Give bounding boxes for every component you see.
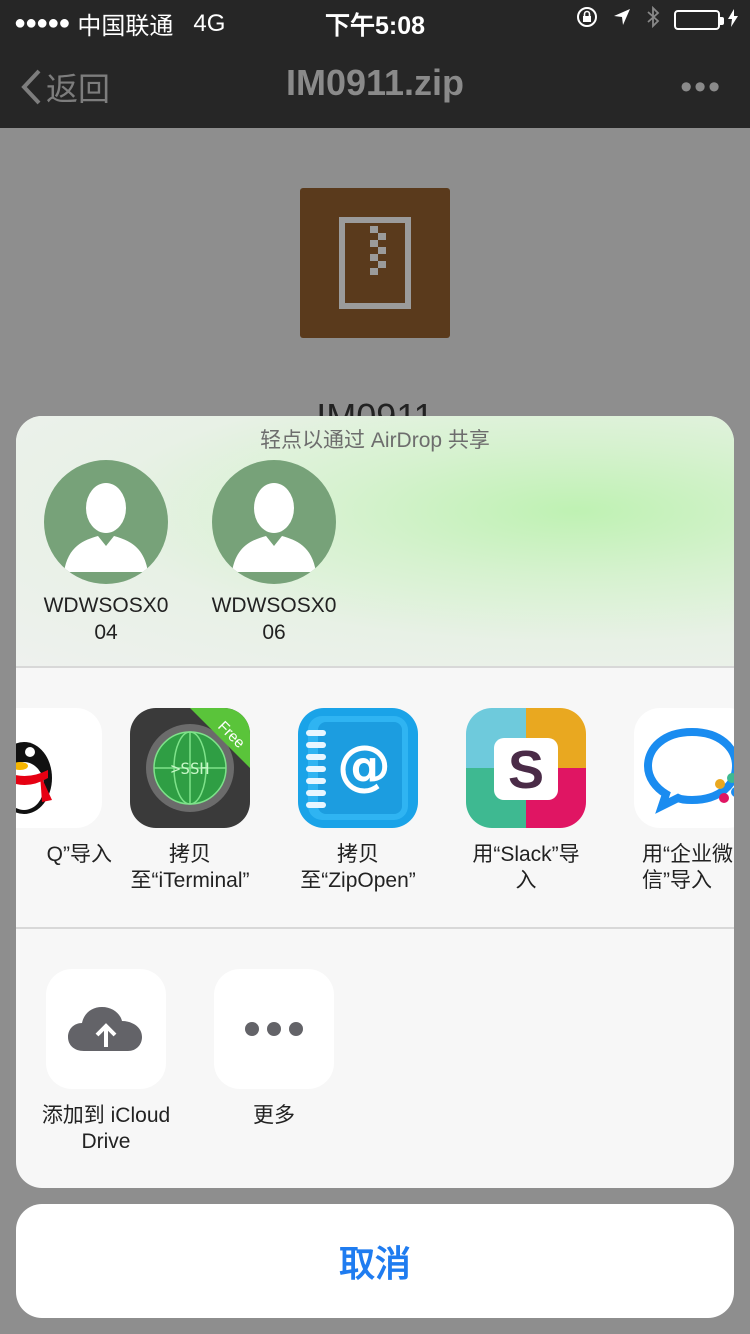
more-button[interactable]: ••• [680, 68, 722, 107]
navigation-bar: 返回 IM0911.zip ••• [0, 40, 750, 128]
airdrop-person[interactable]: WDWSOSX0 04 [31, 460, 181, 646]
zip-file-icon [300, 188, 450, 338]
status-bar: ●●●●● 中国联通 4G 下午5:08 [0, 0, 750, 40]
charging-icon [728, 8, 738, 32]
app-label: 拷贝 至“iTerminal” [130, 843, 250, 892]
bluetooth-icon [646, 5, 660, 34]
page-title: IM0911.zip [285, 62, 465, 103]
app-label: 用“企业微 信”导入 [642, 843, 733, 892]
person-avatar-icon [44, 460, 168, 584]
action-label: 更多 [253, 1104, 295, 1127]
share-sheet: 轻点以通过 AirDrop 共享 WDWSOSX0 04 WDWSOSX0 06 [16, 416, 734, 1188]
more-icon [214, 969, 334, 1089]
app-label: 用“Slack”导 入 [472, 843, 580, 892]
wework-icon [634, 708, 734, 828]
iterminal-icon: >SSH Free [130, 708, 250, 828]
share-app-slack[interactable]: S 用“Slack”导 入 [448, 708, 604, 894]
cancel-button[interactable]: 取消 [16, 1204, 734, 1318]
airdrop-hint: 轻点以通过 AirDrop 共享 [260, 429, 490, 452]
svg-text:>SSH: >SSH [171, 759, 210, 778]
person-name: WDWSOSX0 04 [43, 594, 169, 644]
zipopen-icon: @ [298, 708, 418, 828]
share-app-qq[interactable]: Q”导入 [16, 708, 120, 868]
airdrop-person[interactable]: WDWSOSX0 06 [199, 460, 349, 646]
divider [16, 927, 734, 929]
app-label: Q”导入 [46, 843, 112, 866]
share-app-iterminal[interactable]: >SSH Free 拷贝 至“iTerminal” [112, 708, 268, 894]
share-app-zipopen[interactable]: @ 拷贝 至“ZipOpen” [280, 708, 436, 894]
airdrop-section: 轻点以通过 AirDrop 共享 WDWSOSX0 04 WDWSOSX0 06 [16, 416, 734, 666]
rotation-lock-icon [576, 6, 598, 34]
share-app-wework[interactable]: 用“企业微 信”导入 [616, 708, 734, 894]
battery-icon [674, 10, 724, 30]
more-actions-button[interactable]: 更多 [196, 969, 352, 1129]
share-apps-row: Q”导入 >SSH Free 拷贝 至“iTerminal” @ 拷贝 至“Zi… [16, 668, 734, 928]
person-name: WDWSOSX0 06 [211, 594, 337, 644]
location-icon [612, 7, 632, 33]
add-to-icloud-drive-button[interactable]: 添加到 iCloud Drive [28, 969, 184, 1155]
icloud-upload-icon [46, 969, 166, 1089]
svg-text:@: @ [337, 734, 391, 797]
svg-text:S: S [508, 740, 544, 800]
app-label: 拷贝 至“ZipOpen” [300, 843, 416, 892]
person-avatar-icon [212, 460, 336, 584]
qq-icon [16, 708, 102, 828]
action-label: 添加到 iCloud Drive [41, 1104, 171, 1153]
slack-icon: S [466, 708, 586, 828]
